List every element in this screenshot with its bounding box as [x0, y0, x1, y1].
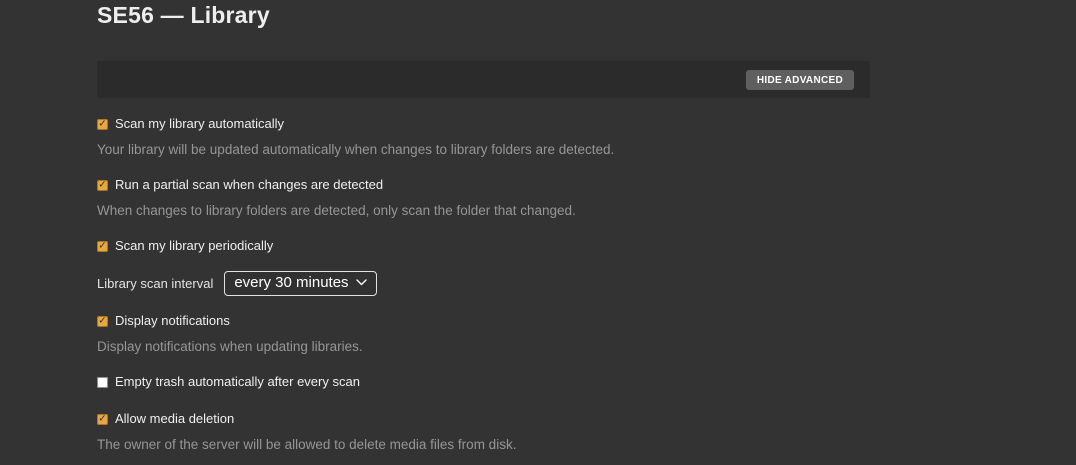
scan-periodically-checkbox[interactable]: ✓ — [97, 240, 108, 252]
checkmark-icon: ✓ — [98, 315, 107, 326]
checkmark-icon: ✓ — [98, 179, 107, 190]
library-scan-interval-value: every 30 minutes — [234, 273, 349, 291]
library-scan-interval-label: Library scan interval — [97, 275, 214, 291]
checkmark-icon: ✓ — [98, 240, 107, 251]
checkmark-icon: ✓ — [98, 118, 107, 129]
allow-media-deletion-description: The owner of the server will be allowed … — [97, 437, 517, 452]
empty-trash-checkbox[interactable] — [97, 376, 108, 388]
partial-scan-checkbox[interactable]: ✓ — [97, 179, 108, 191]
display-notifications-checkbox[interactable]: ✓ — [97, 315, 108, 327]
library-settings-page: SE56 — Library HIDE ADVANCED ✓ Scan my l… — [97, 0, 870, 454]
partial-scan-description: When changes to library folders are dete… — [97, 203, 576, 218]
display-notifications-label[interactable]: Display notifications — [115, 312, 230, 330]
library-scan-interval-select[interactable]: every 30 minutes — [224, 270, 377, 296]
scan-periodically-label[interactable]: Scan my library periodically — [115, 237, 273, 255]
setting-scan-periodically: ✓ Scan my library periodically — [97, 237, 870, 255]
scan-automatically-checkbox[interactable]: ✓ — [97, 118, 108, 130]
allow-media-deletion-label[interactable]: Allow media deletion — [115, 410, 234, 428]
setting-partial-scan: ✓ Run a partial scan when changes are de… — [97, 176, 870, 220]
scan-automatically-label[interactable]: Scan my library automatically — [115, 115, 284, 133]
scan-automatically-description: Your library will be updated automatical… — [97, 142, 615, 157]
advanced-toolbar: HIDE ADVANCED — [97, 61, 870, 98]
allow-media-deletion-checkbox[interactable]: ✓ — [97, 413, 108, 425]
page-title: SE56 — Library — [97, 2, 270, 28]
display-notifications-description: Display notifications when updating libr… — [97, 339, 363, 354]
chevron-down-icon — [355, 279, 367, 286]
hide-advanced-button[interactable]: HIDE ADVANCED — [745, 69, 854, 90]
setting-display-notifications: ✓ Display notifications Display notifica… — [97, 312, 870, 356]
partial-scan-label[interactable]: Run a partial scan when changes are dete… — [115, 176, 383, 194]
setting-empty-trash: Empty trash automatically after every sc… — [97, 373, 870, 391]
checkmark-icon: ✓ — [98, 413, 107, 424]
empty-trash-label[interactable]: Empty trash automatically after every sc… — [115, 373, 360, 391]
setting-scan-automatically: ✓ Scan my library automatically Your lib… — [97, 115, 870, 159]
setting-allow-media-deletion: ✓ Allow media deletion The owner of the … — [97, 410, 870, 454]
setting-library-scan-interval: Library scan interval every 30 minutes — [97, 270, 870, 296]
